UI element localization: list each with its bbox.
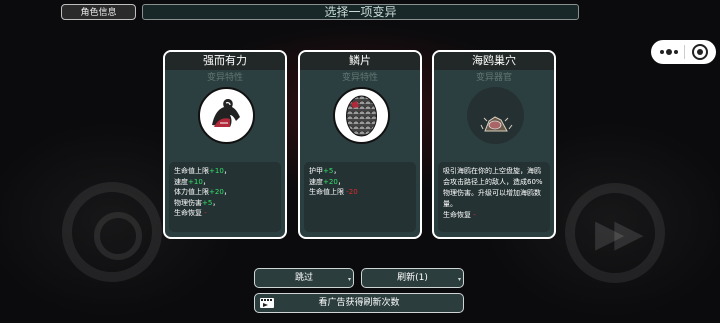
page-title: 选择一项变异 [142, 4, 579, 20]
card-title: 鳞片 [300, 52, 420, 70]
refresh-button[interactable]: 刷新(1) ▾ [361, 268, 464, 288]
fast-forward-icon: ▶▶ [595, 211, 644, 255]
mutation-card-strong[interactable]: 强而有力 变异特性 生命值上限+10， 速度+10， 体力值上限+20， 物理伤… [163, 50, 287, 239]
more-menu-icon[interactable] [660, 49, 678, 55]
mutation-card-seagull-nest[interactable]: 海鸥巢穴 变异器官 吸引海鸥在你的上空盘旋，海鸥会攻击路径上的敌人，造成60%物… [432, 50, 556, 239]
role-info-button[interactable]: 角色信息 [61, 4, 136, 20]
card-description-text: 吸引海鸥在你的上空盘旋，海鸥会攻击路径上的敌人，造成60%物理伤害。升级可以增加… [443, 167, 543, 208]
stat-line: 速度+10， [174, 177, 210, 186]
mini-program-capsule [651, 40, 716, 64]
mutation-card-scales[interactable]: 鳞片 变异特性 护甲+5， 速度+20， 生命值上限 -20 [298, 50, 422, 239]
stat-line: 护甲+5， [309, 167, 341, 175]
card-category: 变异特性 [341, 73, 378, 83]
stat-line: 体力值上限+20， [174, 188, 231, 196]
stat-line: 生命值上限 -20 [309, 188, 358, 196]
card-title: 强而有力 [165, 52, 285, 70]
card-description: 护甲+5， 速度+20， 生命值上限 -20 [304, 162, 416, 232]
stat-line: 物理伤害+5， [174, 198, 220, 207]
movement-joystick[interactable] [62, 182, 162, 282]
dash-button[interactable]: ▶▶ [565, 183, 665, 283]
watch-ad-button[interactable]: 看广告获得刷新次数 [254, 293, 464, 313]
stat-line: 生命恢复 - [443, 211, 476, 219]
video-ad-icon [260, 298, 274, 308]
skip-button[interactable]: 跳过 ▾ [254, 268, 354, 288]
capsule-divider [684, 45, 685, 59]
card-title: 海鸥巢穴 [434, 52, 554, 70]
card-description: 生命值上限+10， 速度+10， 体力值上限+20， 物理伤害+5， 生命恢复 … [169, 162, 281, 232]
stat-line: 生命值上限+10， [174, 167, 231, 175]
close-target-icon[interactable] [692, 44, 708, 60]
card-category: 变异器官 [475, 73, 512, 83]
card-category: 变异特性 [206, 73, 243, 83]
scales-icon [333, 87, 390, 144]
stat-line: 生命恢复 - [174, 209, 207, 217]
card-description: 吸引海鸥在你的上空盘旋，海鸥会攻击路径上的敌人，造成60%物理伤害。升级可以增加… [438, 162, 550, 232]
flexed-arm-icon [198, 87, 255, 144]
stat-line: 速度+20， [309, 177, 345, 186]
nest-icon [467, 87, 524, 144]
joystick-knob[interactable] [94, 212, 142, 260]
